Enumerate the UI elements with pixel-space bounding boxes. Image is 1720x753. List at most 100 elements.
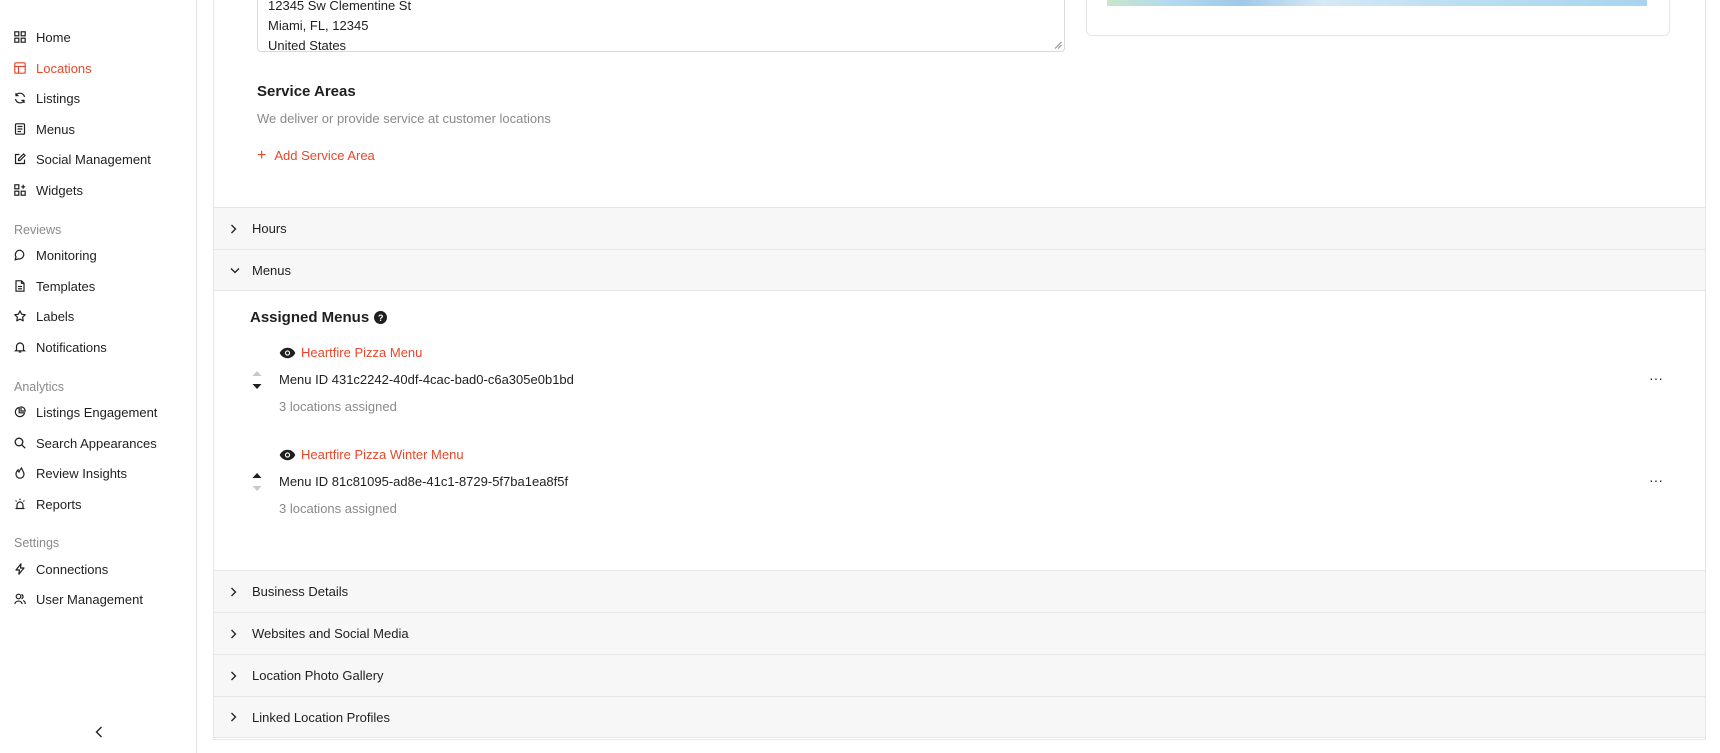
assigned-menus-label: Assigned Menus bbox=[250, 309, 370, 326]
edit-icon bbox=[14, 153, 26, 165]
accordion-label: Linked Location Profiles bbox=[252, 709, 391, 725]
locations-assigned: 3 locations assigned bbox=[279, 399, 397, 414]
sidebar-item-reports[interactable]: Reports bbox=[14, 492, 82, 516]
sidebar-item-label: Review Insights bbox=[36, 465, 128, 481]
sidebar-item-label: Locations bbox=[36, 60, 92, 76]
address-textarea[interactable]: 12345 Sw Clementine St Miami, FL, 12345 … bbox=[257, 0, 1065, 52]
help-icon[interactable]: ? bbox=[374, 311, 388, 324]
sidebar-item-social-management[interactable]: Social Management bbox=[14, 147, 151, 171]
sidebar-item-label: Labels bbox=[36, 308, 75, 324]
add-service-area-label: Add Service Area bbox=[274, 148, 375, 163]
sidebar-item-home[interactable]: Home bbox=[14, 25, 71, 49]
sidebar-item-labels[interactable]: Labels bbox=[14, 304, 74, 328]
plus-icon: + bbox=[257, 147, 267, 164]
sidebar-item-label: Search Appearances bbox=[36, 435, 157, 451]
section-label-settings: Settings bbox=[14, 536, 60, 550]
reorder-arrows-icon[interactable] bbox=[251, 470, 263, 494]
sidebar-item-label: Widgets bbox=[36, 182, 83, 198]
accordion-menus[interactable]: Menus bbox=[214, 249, 1705, 291]
map-card bbox=[1086, 0, 1670, 36]
menu-name-link[interactable]: Heartfire Pizza Winter Menu bbox=[279, 447, 464, 462]
bolt-icon bbox=[14, 563, 26, 575]
address-line: 12345 Sw Clementine St bbox=[268, 0, 412, 13]
service-areas-description: We deliver or provide service at custome… bbox=[257, 111, 551, 126]
accordion-hours[interactable]: Hours bbox=[214, 207, 1705, 249]
refresh-icon bbox=[14, 92, 26, 104]
document-icon bbox=[14, 280, 26, 292]
menu-id: Menu ID 431c2242-40df-4cac-bad0-c6a305e0… bbox=[279, 372, 574, 387]
address-line: Miami, FL, 12345 bbox=[268, 18, 369, 33]
sidebar-item-label: Menus bbox=[36, 121, 76, 137]
collapse-sidebar-button[interactable] bbox=[90, 723, 108, 741]
sidebar-item-monitoring[interactable]: Monitoring bbox=[14, 243, 97, 267]
sidebar-item-label: User Management bbox=[36, 591, 143, 607]
location-editor-panel: 12345 Sw Clementine St Miami, FL, 12345 … bbox=[213, 0, 1706, 740]
map-preview[interactable] bbox=[1107, 0, 1647, 6]
bell-icon bbox=[14, 341, 26, 353]
sidebar-item-listings-engagement[interactable]: Listings Engagement bbox=[14, 400, 157, 424]
accordion-photo-gallery[interactable]: Location Photo Gallery bbox=[214, 654, 1705, 696]
accordion-linked-profiles[interactable]: Linked Location Profiles bbox=[214, 696, 1705, 738]
menu-name: Heartfire Pizza Winter Menu bbox=[301, 447, 464, 462]
sidebar-item-listings[interactable]: Listings bbox=[14, 86, 80, 110]
accordion-label: Websites and Social Media bbox=[252, 626, 409, 641]
sidebar-item-label: Reports bbox=[36, 496, 82, 512]
chevron-right-icon bbox=[230, 629, 240, 639]
chevron-right-icon bbox=[230, 671, 240, 681]
section-label-reviews: Reviews bbox=[14, 223, 62, 237]
accordion-label: Hours bbox=[252, 221, 287, 236]
sidebar-item-search-appearances[interactable]: Search Appearances bbox=[14, 431, 157, 455]
section-label-analytics: Analytics bbox=[14, 380, 65, 394]
users-icon bbox=[14, 593, 26, 605]
sidebar-item-connections[interactable]: Connections bbox=[14, 557, 108, 581]
sidebar-item-locations[interactable]: Locations bbox=[14, 56, 92, 80]
chevron-down-icon bbox=[230, 265, 240, 275]
resize-handle-icon[interactable] bbox=[1054, 41, 1062, 49]
sidebar-item-label: Listings Engagement bbox=[36, 404, 158, 420]
menu-doc-icon bbox=[14, 123, 26, 135]
sidebar-item-label: Connections bbox=[36, 561, 109, 577]
accordion-label: Business Details bbox=[252, 584, 349, 599]
sidebar-item-label: Notifications bbox=[36, 339, 107, 355]
chat-icon bbox=[14, 249, 26, 261]
flame-icon bbox=[14, 467, 26, 479]
reorder-arrows-icon[interactable] bbox=[251, 368, 263, 392]
sidebar-item-widgets[interactable]: Widgets bbox=[14, 178, 83, 202]
add-service-area-button[interactable]: + Add Service Area bbox=[257, 147, 375, 164]
sidebar-item-label: Social Management bbox=[36, 151, 151, 167]
accordion-label: Menus bbox=[252, 262, 292, 278]
assigned-menu-item: Heartfire Pizza Winter Menu Menu ID 81c8… bbox=[214, 447, 1705, 527]
widgets-icon bbox=[14, 184, 26, 196]
more-options-button[interactable]: ··· bbox=[1649, 472, 1663, 488]
sidebar-item-menus[interactable]: Menus bbox=[14, 117, 75, 141]
locations-assigned: 3 locations assigned bbox=[279, 501, 397, 516]
menu-id: Menu ID 81c81095-ad8e-41c1-8729-5f7ba1ea… bbox=[279, 474, 569, 489]
sidebar-item-review-insights[interactable]: Review Insights bbox=[14, 461, 127, 485]
sidebar-item-label: Listings bbox=[36, 90, 81, 106]
sidebar-item-notifications[interactable]: Notifications bbox=[14, 335, 107, 359]
eye-icon bbox=[279, 449, 296, 460]
chevron-right-icon bbox=[230, 587, 240, 597]
sidebar-item-templates[interactable]: Templates bbox=[14, 274, 95, 298]
star-icon bbox=[14, 310, 26, 322]
menu-name: Heartfire Pizza Menu bbox=[301, 345, 423, 360]
grid-icon bbox=[14, 31, 26, 43]
assigned-menus-title: Assigned Menus ? bbox=[250, 309, 388, 326]
alarm-icon bbox=[14, 498, 26, 510]
sidebar-item-label: Templates bbox=[36, 278, 96, 294]
accordion-websites-social[interactable]: Websites and Social Media bbox=[214, 612, 1705, 654]
chevron-left-icon bbox=[95, 726, 102, 738]
menu-name-link[interactable]: Heartfire Pizza Menu bbox=[279, 345, 422, 360]
sidebar-item-label: Home bbox=[36, 29, 71, 45]
chevron-right-icon bbox=[230, 712, 240, 722]
sidebar: Home Locations Listings Menus Social Man… bbox=[0, 0, 197, 753]
accordion-business-details[interactable]: Business Details bbox=[214, 570, 1705, 612]
accordion-label: Location Photo Gallery bbox=[252, 668, 384, 683]
address-line: United States bbox=[268, 38, 347, 52]
more-options-button[interactable]: ··· bbox=[1649, 370, 1663, 386]
assigned-menu-item: Heartfire Pizza Menu Menu ID 431c2242-40… bbox=[214, 345, 1705, 425]
chevron-right-icon bbox=[230, 224, 240, 234]
table-icon bbox=[14, 62, 26, 74]
sidebar-item-user-management[interactable]: User Management bbox=[14, 587, 143, 611]
pie-chart-icon bbox=[14, 406, 26, 418]
